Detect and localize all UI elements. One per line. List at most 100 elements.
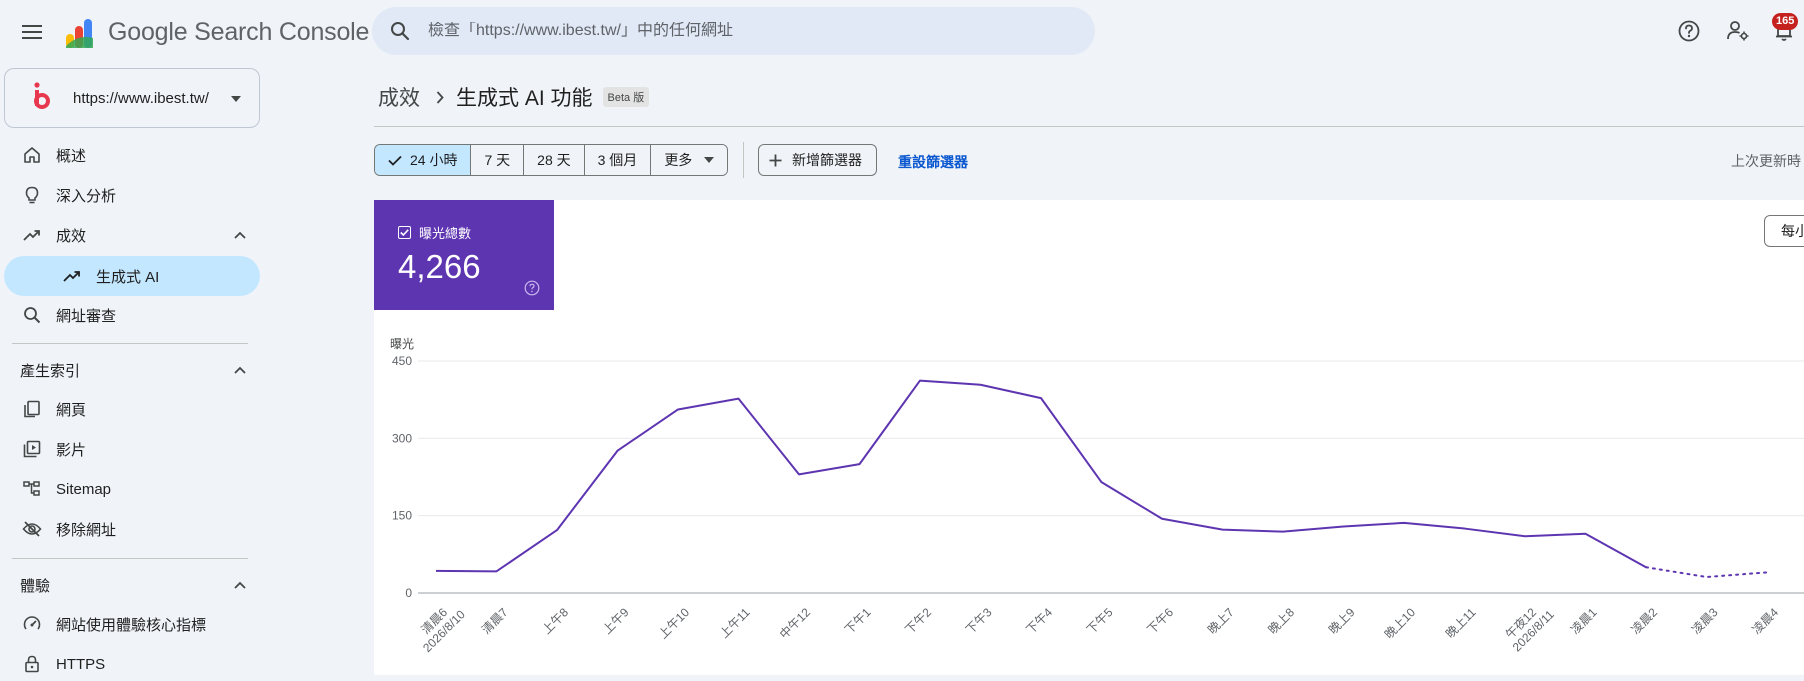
x-tick-label: 晚上10 bbox=[1382, 605, 1419, 642]
date-range-label: 28 天 bbox=[537, 152, 571, 168]
sidebar-divider bbox=[12, 343, 248, 344]
date-range-more-button[interactable]: 更多 bbox=[651, 145, 728, 175]
x-tick-label: 中午12 bbox=[776, 604, 813, 641]
property-selector[interactable]: https://www.ibest.tw/ bbox=[4, 68, 260, 128]
x-tick-label: 下午6 bbox=[1145, 605, 1177, 637]
beta-badge: Beta 版 bbox=[602, 87, 650, 107]
help-icon[interactable] bbox=[1673, 15, 1705, 47]
section-title: 產生索引 bbox=[20, 362, 81, 380]
app-title: Google Search Console bbox=[108, 18, 370, 46]
sidebar-item-label: 生成式 AI bbox=[96, 268, 160, 286]
manage-users-icon[interactable] bbox=[1722, 15, 1754, 47]
chevron-up-icon bbox=[234, 226, 246, 244]
y-tick-label: 450 bbox=[392, 354, 412, 368]
eye-off-icon bbox=[22, 519, 42, 539]
impressions-line bbox=[435, 379, 1647, 573]
page-title: 生成式 AI 功能 bbox=[456, 87, 593, 110]
impressions-line-chart: 曝光 0 150 300 450 清晨62026/8/10 清晨7 上午8 上午9 上午10 上午1… bbox=[390, 337, 1804, 655]
video-icon bbox=[22, 439, 42, 459]
y-tick-label: 0 bbox=[405, 586, 412, 600]
date-range-label: 7 天 bbox=[484, 152, 511, 168]
sidebar-item-insights[interactable]: 深入分析 bbox=[4, 176, 260, 214]
x-tick-label: 下午5 bbox=[1084, 605, 1116, 637]
sidebar-item-label: HTTPS bbox=[56, 655, 106, 673]
last-updated-text: 上次更新時 bbox=[1731, 153, 1801, 169]
x-tick-label: 午夜122026/8/11 bbox=[1499, 597, 1557, 655]
dropdown-arrow-icon bbox=[704, 157, 715, 163]
performance-chart-card: 曝光總數 4,266 每小 曝光 0 150 300 450 清晨62026/8/10 清晨… bbox=[374, 200, 1804, 675]
home-icon bbox=[22, 145, 42, 165]
sidebar-section-indexing[interactable]: 產生索引 bbox=[4, 352, 260, 388]
trending-up-icon bbox=[62, 266, 82, 286]
y-tick-label: 150 bbox=[392, 509, 412, 523]
reset-filters-link[interactable]: 重設篩選器 bbox=[898, 152, 968, 172]
header-divider bbox=[374, 126, 1804, 127]
lock-icon bbox=[22, 654, 42, 674]
filter-divider bbox=[743, 142, 744, 178]
search-bar[interactable] bbox=[372, 7, 1095, 55]
sidebar-item-videos[interactable]: 影片 bbox=[4, 430, 260, 468]
sidebar-item-generative-ai[interactable]: 生成式 AI bbox=[4, 256, 260, 296]
x-tick-label: 清晨7 bbox=[479, 605, 511, 637]
sidebar-item-overview[interactable]: 概述 bbox=[4, 136, 260, 174]
top-bar: Google Search Console 165 bbox=[0, 0, 1804, 64]
section-title: 體驗 bbox=[20, 577, 51, 595]
date-range-label: 更多 bbox=[664, 152, 693, 168]
x-tick-label: 晚上11 bbox=[1443, 605, 1479, 641]
url-inspection-input[interactable] bbox=[428, 22, 1068, 40]
date-range-selector: 24 小時 7 天 28 天 3 個月 更多 bbox=[374, 144, 729, 176]
x-tick-label: 上午11 bbox=[717, 605, 753, 641]
y-tick-label: 300 bbox=[392, 431, 412, 445]
sidebar-item-label: 移除網址 bbox=[56, 521, 117, 539]
sidebar-item-sitemap[interactable]: Sitemap bbox=[4, 470, 260, 508]
lightbulb-icon bbox=[22, 185, 42, 205]
date-range-7d-button[interactable]: 7 天 bbox=[471, 145, 525, 175]
x-tick-label: 上午10 bbox=[656, 605, 693, 642]
sidebar-item-label: 成效 bbox=[56, 227, 87, 245]
add-filter-button[interactable]: 新增篩選器 bbox=[758, 144, 877, 176]
sidebar-item-label: 網站使用體驗核心指標 bbox=[56, 616, 207, 634]
breadcrumb: 成效 生成式 AI 功能 Beta 版 bbox=[378, 82, 650, 112]
sidebar-item-label: 網址審查 bbox=[56, 307, 117, 325]
sidebar-item-url-inspection[interactable]: 網址審查 bbox=[4, 296, 260, 334]
plus-icon bbox=[769, 154, 782, 167]
check-icon bbox=[388, 155, 402, 166]
sidebar-item-core-web-vitals[interactable]: 網站使用體驗核心指標 bbox=[4, 605, 260, 643]
x-tick-label: 下午3 bbox=[963, 605, 995, 637]
breadcrumb-parent-link[interactable]: 成效 bbox=[378, 82, 420, 112]
x-tick-label: 晚上8 bbox=[1266, 605, 1298, 637]
x-tick-label: 上午9 bbox=[600, 605, 632, 637]
y-axis-title: 曝光 bbox=[390, 337, 414, 351]
property-url: https://www.ibest.tw/ bbox=[73, 89, 209, 107]
trending-up-icon bbox=[22, 225, 42, 245]
search-console-logo-icon bbox=[63, 16, 99, 50]
sidebar-section-experience[interactable]: 體驗 bbox=[4, 567, 260, 603]
pages-icon bbox=[22, 399, 42, 419]
sidebar-divider bbox=[12, 558, 248, 559]
dropdown-arrow-icon bbox=[231, 89, 241, 107]
date-range-24h-button[interactable]: 24 小時 bbox=[375, 145, 472, 175]
sidebar-item-label: 影片 bbox=[56, 441, 87, 459]
sidebar-item-pages[interactable]: 網頁 bbox=[4, 390, 260, 428]
x-tick-label: 晚上7 bbox=[1205, 605, 1237, 637]
x-tick-label: 下午1 bbox=[842, 605, 874, 637]
sidebar-item-performance[interactable]: 成效 bbox=[4, 216, 260, 254]
chevron-right-icon bbox=[436, 90, 444, 104]
date-range-label: 24 小時 bbox=[410, 152, 458, 168]
sidebar-item-label: 網頁 bbox=[56, 401, 87, 419]
sidebar-item-label: 深入分析 bbox=[56, 187, 117, 205]
sitemap-icon bbox=[22, 479, 42, 499]
date-range-3m-button[interactable]: 3 個月 bbox=[584, 145, 652, 175]
property-logo-icon bbox=[31, 81, 57, 116]
x-tick-label: 下午2 bbox=[903, 605, 935, 637]
search-icon bbox=[22, 305, 42, 325]
date-range-label: 3 個月 bbox=[597, 152, 638, 168]
menu-icon[interactable] bbox=[14, 14, 50, 50]
sidebar-item-label: 概述 bbox=[56, 147, 87, 165]
x-tick-label: 清晨62026/8/10 bbox=[410, 597, 468, 655]
date-range-28d-button[interactable]: 28 天 bbox=[524, 145, 585, 175]
gauge-icon bbox=[22, 614, 42, 634]
sidebar-item-https[interactable]: HTTPS bbox=[4, 645, 260, 681]
sidebar-item-removals[interactable]: 移除網址 bbox=[4, 510, 260, 548]
x-tick-label: 凌晨2 bbox=[1629, 605, 1661, 637]
